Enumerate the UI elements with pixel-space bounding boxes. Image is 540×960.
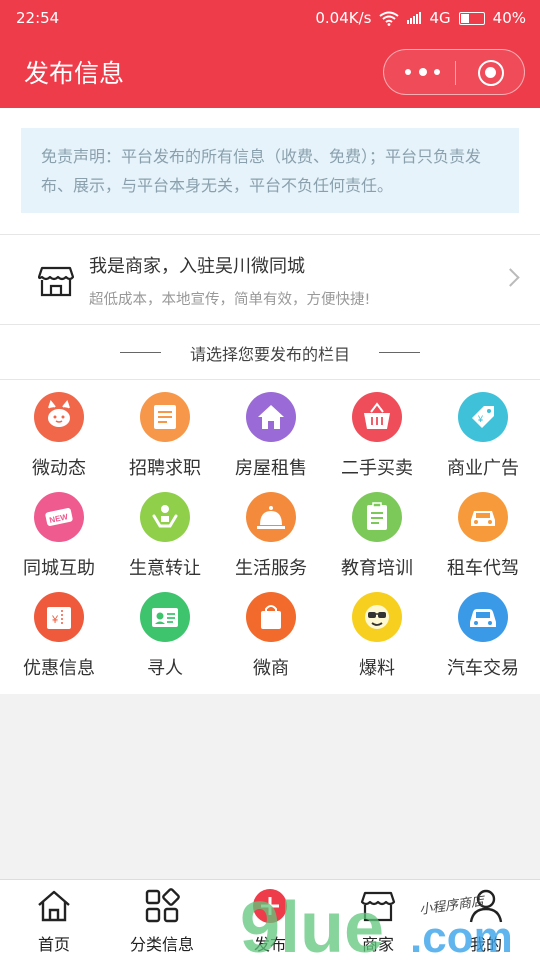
category-label: 租车代驾	[447, 558, 519, 579]
category-label: 房屋租售	[235, 458, 307, 479]
clipboard-icon	[352, 492, 402, 542]
category-item[interactable]: 爆料	[323, 588, 431, 688]
document-icon	[140, 392, 190, 442]
category-label: 优惠信息	[23, 658, 95, 679]
smiley-glasses-icon	[352, 592, 402, 642]
section-line-right	[379, 352, 420, 353]
grid-icon	[145, 888, 180, 923]
capsule-divider	[455, 61, 456, 85]
page-title: 发布信息	[24, 59, 125, 88]
handshake-icon	[140, 492, 190, 542]
category-label: 二手买卖	[341, 458, 413, 479]
category-label: 教育培训	[341, 558, 413, 579]
shopping-bag-icon	[246, 592, 296, 642]
category-label: 微商	[253, 658, 289, 679]
house-icon	[246, 392, 296, 442]
category-item[interactable]: 教育培训	[323, 488, 431, 588]
category-label: 生活服务	[235, 558, 307, 579]
merchant-subtitle: 超低成本，本地宣传，简单有效，方便快捷!	[89, 292, 371, 308]
service-bell-icon	[246, 492, 296, 542]
status-right: 0.04K/s 4G 40%	[315, 9, 526, 27]
tab-merchants-label: 商家	[361, 935, 394, 954]
car-front-icon	[458, 492, 508, 542]
store-icon	[360, 891, 396, 922]
tab-categories-label: 分类信息	[129, 935, 194, 954]
battery-percent: 40%	[492, 9, 526, 27]
new-tag-icon: NEW	[34, 492, 84, 542]
category-label: 寻人	[147, 658, 183, 679]
section-title: 请选择您要发布的栏目	[189, 345, 350, 364]
svg-text:¥: ¥	[51, 614, 59, 626]
category-item[interactable]: ¥ 商业广告	[429, 388, 537, 488]
plus-circle-icon	[253, 889, 287, 923]
tab-categories[interactable]: 分类信息	[114, 880, 210, 960]
target-icon[interactable]	[478, 60, 504, 86]
main-panel: 免责声明：平台发布的所有信息（收费、免费）；平台只负责发布、展示，与平台本身无关…	[0, 108, 540, 694]
category-label: 生意转让	[129, 558, 201, 579]
tab-mine[interactable]: 我的	[438, 880, 534, 960]
battery-icon	[458, 11, 485, 25]
disclaimer-box: 免责声明：平台发布的所有信息（收费、免费）；平台只负责发布、展示，与平台本身无关…	[21, 128, 519, 213]
category-label: 商业广告	[447, 458, 519, 479]
person-icon	[469, 889, 503, 923]
category-label: 招聘求职	[129, 458, 201, 479]
coupon-icon: ¥	[34, 592, 84, 642]
category-item[interactable]: 生意转让	[111, 488, 219, 588]
category-item[interactable]: 微动态	[5, 388, 113, 488]
category-item[interactable]: 招聘求职	[111, 388, 219, 488]
wifi-icon	[379, 11, 400, 26]
category-item[interactable]: 微商	[217, 588, 325, 688]
tab-home[interactable]: 首页	[6, 880, 102, 960]
signal-icon	[407, 12, 422, 24]
category-item[interactable]: 二手买卖	[323, 388, 431, 488]
cat-face-icon	[34, 392, 84, 442]
category-label: 微动态	[32, 458, 86, 479]
mini-program-capsule	[383, 49, 525, 95]
category-item[interactable]: 租车代驾	[429, 488, 537, 588]
id-card-icon	[140, 592, 190, 642]
tab-publish[interactable]: 发布	[222, 880, 318, 960]
home-icon	[38, 890, 70, 922]
basket-icon	[352, 392, 402, 442]
category-item[interactable]: 汽车交易	[429, 588, 537, 688]
category-label: 爆料	[359, 658, 395, 679]
category-item[interactable]: 寻人	[111, 588, 219, 688]
category-item[interactable]: 房屋租售	[217, 388, 325, 488]
more-dots-icon[interactable]	[402, 59, 444, 85]
category-label: 同城互助	[23, 558, 95, 579]
merchant-entry[interactable]: 我是商家，入驻吴川微同城 超低成本，本地宣传，简单有效，方便快捷!	[0, 234, 540, 325]
merchant-title: 我是商家，入驻吴川微同城	[89, 256, 305, 277]
tab-bar: 首页 分类信息 发布 商家 我的	[0, 879, 540, 960]
category-item[interactable]: 生活服务	[217, 488, 325, 588]
category-item[interactable]: ¥ 优惠信息	[5, 588, 113, 688]
tab-publish-label: 发布	[253, 935, 286, 954]
tab-merchants[interactable]: 商家	[330, 880, 426, 960]
storefront-icon	[38, 266, 74, 297]
status-time: 22:54	[16, 9, 60, 27]
car-icon	[458, 592, 508, 642]
status-bar: 22:54 0.04K/s 4G 40%	[0, 0, 540, 36]
tab-mine-label: 我的	[469, 935, 502, 954]
price-tag-icon: ¥	[458, 392, 508, 442]
chevron-right-icon	[501, 268, 520, 287]
network-type: 4G	[429, 9, 451, 27]
category-label: 汽车交易	[447, 658, 519, 679]
section-header: 请选择您要发布的栏目	[0, 325, 540, 380]
title-bar: 发布信息	[0, 36, 540, 108]
network-speed: 0.04K/s	[315, 9, 372, 27]
svg-text:¥: ¥	[477, 414, 484, 424]
category-item[interactable]: NEW 同城互助	[5, 488, 113, 588]
tab-home-label: 首页	[37, 935, 70, 954]
battery-level	[460, 13, 469, 23]
